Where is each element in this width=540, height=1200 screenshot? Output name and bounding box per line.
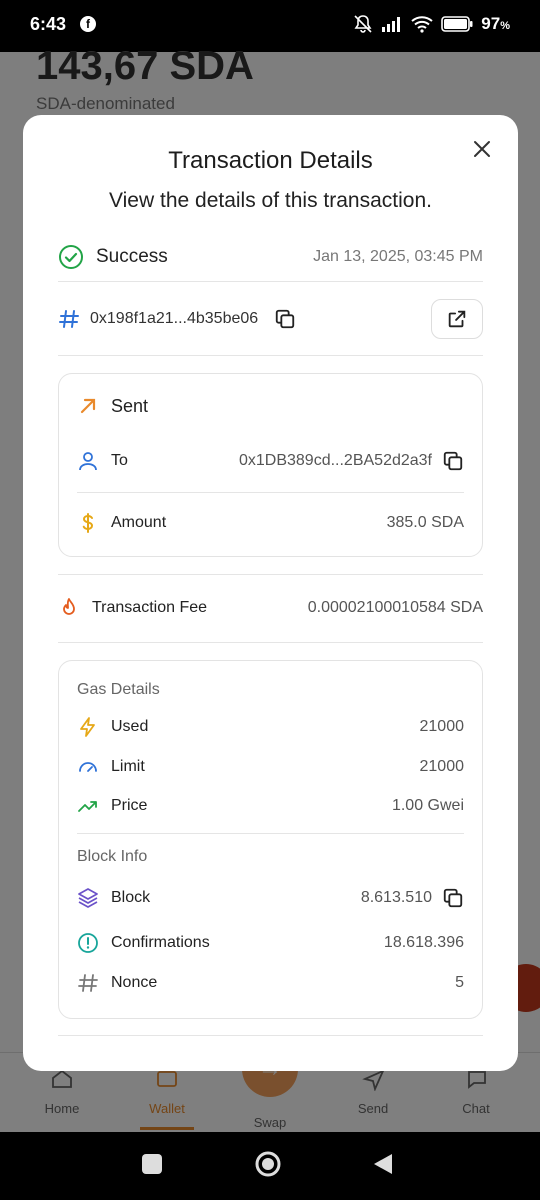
gas-price-label: Price xyxy=(111,797,148,814)
amount-row: Amount 385.0 SDA xyxy=(77,508,464,538)
nonce-value: 5 xyxy=(455,974,464,991)
alert-circle-icon xyxy=(78,933,98,953)
hash-row: 0x198f1a21...4b35be06 xyxy=(58,299,483,339)
amount-label: Amount xyxy=(111,514,167,531)
copy-hash-icon[interactable] xyxy=(274,308,296,330)
signal-icon xyxy=(382,17,401,32)
copy-block-icon[interactable] xyxy=(442,887,464,909)
recents-button[interactable] xyxy=(142,1154,162,1174)
gas-details-title: Gas Details xyxy=(77,681,160,698)
block-info-title: Block Info xyxy=(77,848,148,865)
to-address: 0x1DB389cd...2BA52d2a3f xyxy=(238,452,432,469)
status-time: 6:43 xyxy=(30,14,67,34)
confirmations-row: Confirmations 18.618.396 xyxy=(77,929,464,957)
fee-value: 0.00002100010584 SDA xyxy=(307,599,483,616)
block-row: Block 8.613.510 xyxy=(77,883,464,913)
external-link-icon xyxy=(448,310,466,328)
transaction-details-modal: Transaction Details View the details of … xyxy=(23,115,518,1071)
check-circle-icon xyxy=(59,245,83,269)
layers-icon xyxy=(78,888,98,908)
lightning-icon xyxy=(80,717,95,737)
confirmations-value: 18.618.396 xyxy=(383,934,464,951)
copy-address-icon[interactable] xyxy=(442,450,464,472)
bell-muted-icon xyxy=(354,15,372,33)
trending-up-icon xyxy=(78,801,97,812)
battery-level: 97% xyxy=(481,14,510,33)
divider xyxy=(77,833,464,834)
amount-value: 385.0 SDA xyxy=(386,514,464,531)
block-label: Block xyxy=(111,889,151,906)
transaction-date: Jan 13, 2025, 03:45 PM xyxy=(313,248,483,265)
confirmations-label: Confirmations xyxy=(111,934,210,951)
arrow-up-right-icon xyxy=(80,398,96,414)
gas-block-card: Gas Details Used 21000 Limit 21000 Price… xyxy=(58,660,483,1019)
status-row: Success Jan 13, 2025, 03:45 PM xyxy=(58,242,483,272)
user-icon xyxy=(79,452,97,471)
system-nav-bar xyxy=(0,1132,540,1200)
block-value: 8.613.510 xyxy=(360,889,432,906)
gas-limit-row: Limit 21000 xyxy=(77,753,464,781)
fee-row: Transaction Fee 0.00002100010584 SDA xyxy=(58,593,483,623)
battery-icon xyxy=(441,16,473,32)
wifi-icon xyxy=(411,16,433,33)
nonce-label: Nonce xyxy=(111,974,158,991)
sent-label: Sent xyxy=(111,395,149,416)
gauge-icon xyxy=(79,762,97,772)
status-label: Success xyxy=(96,246,168,267)
modal-title: Transaction Details xyxy=(168,147,373,174)
open-explorer-button[interactable] xyxy=(431,299,483,339)
divider xyxy=(58,281,483,282)
back-button[interactable] xyxy=(372,1152,394,1176)
gas-used-row: Used 21000 xyxy=(77,713,464,741)
gas-used-label: Used xyxy=(111,718,149,735)
modal-subtitle: View the details of this transaction. xyxy=(109,189,432,212)
to-label: To xyxy=(111,452,128,469)
gas-used-value: 21000 xyxy=(419,718,465,735)
status-icons: 97% xyxy=(353,14,510,34)
gas-limit-value: 21000 xyxy=(419,758,465,775)
divider xyxy=(58,355,483,356)
divider xyxy=(58,574,483,575)
fee-label: Transaction Fee xyxy=(92,599,208,616)
to-row: To 0x1DB389cd...2BA52d2a3f xyxy=(77,446,464,476)
divider xyxy=(58,642,483,643)
home-button[interactable] xyxy=(254,1150,282,1178)
hash-icon xyxy=(78,974,98,992)
hash-icon xyxy=(59,310,79,328)
divider xyxy=(58,1035,483,1036)
nonce-row: Nonce 5 xyxy=(77,969,464,997)
divider xyxy=(77,492,464,493)
flame-icon xyxy=(63,598,75,615)
dollar-icon xyxy=(82,513,94,533)
gas-limit-label: Limit xyxy=(111,758,145,775)
sent-card: Sent To 0x1DB389cd...2BA52d2a3f Amount 3… xyxy=(58,373,483,557)
transaction-hash: 0x198f1a21...4b35be06 xyxy=(90,310,259,327)
gas-price-row: Price 1.00 Gwei xyxy=(77,792,464,820)
facebook-icon: f xyxy=(80,16,96,32)
gas-price-value: 1.00 Gwei xyxy=(391,797,464,814)
sent-header: Sent xyxy=(77,392,464,420)
